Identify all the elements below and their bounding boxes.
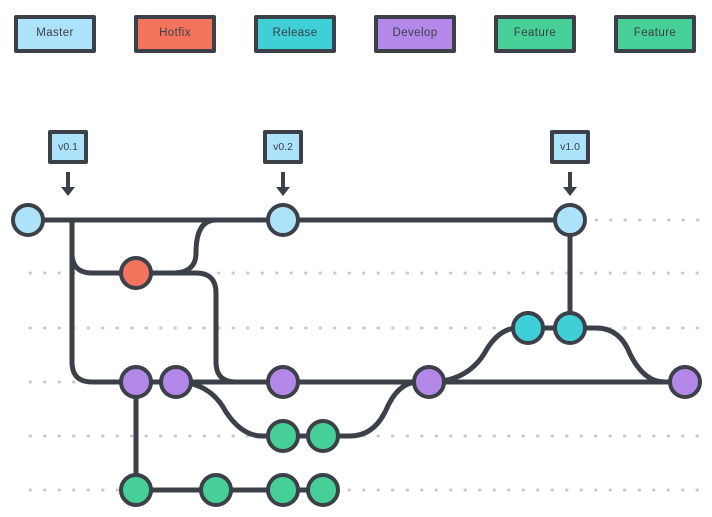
tag-arrow-head-2 xyxy=(563,187,577,196)
version-tag-label: v1.0 xyxy=(560,140,580,153)
edge-hotfix-merge-to-master xyxy=(133,217,259,276)
tag-arrow-head-0 xyxy=(61,187,75,196)
commit-node-master-commit-v02[interactable] xyxy=(266,203,300,237)
version-tag-label: v0.1 xyxy=(58,140,78,153)
git-flow-diagram: Master Hotfix Release Develop Feature Feature… xyxy=(0,0,712,517)
commit-node-hotfix-commit-1[interactable] xyxy=(119,256,153,290)
commit-node-release-commit-2[interactable] xyxy=(553,311,587,345)
edge-develop-to-feature1 xyxy=(173,379,286,439)
git-graph-canvas xyxy=(11,172,702,507)
edge-release-merge-to-develop xyxy=(567,325,688,385)
version-tag-label: v0.2 xyxy=(273,140,293,153)
commit-node-feature1-commit-1[interactable] xyxy=(266,419,300,453)
version-tag-v0.1[interactable]: v0.1 xyxy=(48,130,88,164)
commit-node-develop-commit-3[interactable] xyxy=(266,365,300,399)
commit-node-feature2-commit-3[interactable] xyxy=(266,473,300,507)
version-tag-v1.0[interactable]: v1.0 xyxy=(550,130,590,164)
commit-node-feature2-commit-4[interactable] xyxy=(306,473,340,507)
commit-node-feature1-commit-2[interactable] xyxy=(306,419,340,453)
commit-node-feature2-commit-2[interactable] xyxy=(199,473,233,507)
commit-node-develop-commit-2[interactable] xyxy=(159,365,193,399)
commit-node-master-commit-v10[interactable] xyxy=(553,203,587,237)
commit-node-release-commit-1[interactable] xyxy=(511,311,545,345)
tag-arrow-head-1 xyxy=(276,187,290,196)
edge-master-to-develop-long xyxy=(69,217,139,385)
commit-node-develop-commit-5[interactable] xyxy=(668,365,702,399)
tag-arrows xyxy=(61,172,577,196)
commit-node-develop-commit-1[interactable] xyxy=(119,365,153,399)
commit-node-master-commit-initial[interactable] xyxy=(11,203,45,237)
commit-node-feature2-commit-1[interactable] xyxy=(119,473,153,507)
edge-hotfix-to-develop-branch xyxy=(147,270,273,385)
commit-node-develop-commit-4[interactable] xyxy=(412,365,446,399)
commit-nodes xyxy=(11,203,702,507)
version-tag-v0.2[interactable]: v0.2 xyxy=(263,130,303,164)
